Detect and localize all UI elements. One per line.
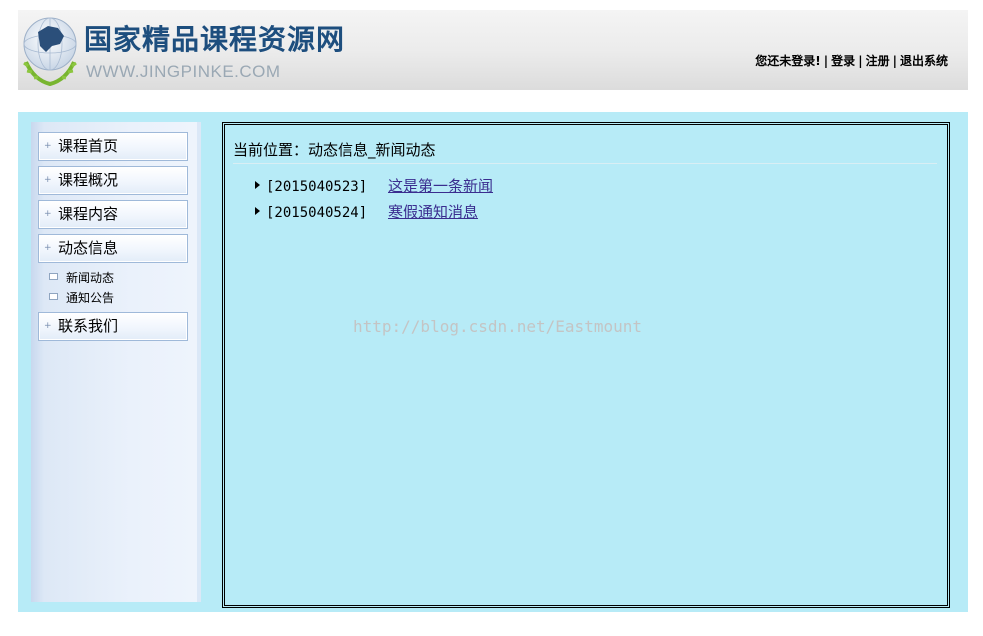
sidebar-item-contact-us[interactable]: + 联系我们 — [38, 312, 188, 341]
news-title-link[interactable]: 寒假通知消息 — [388, 199, 478, 225]
sidebar-subitem-notices[interactable]: 通知公告 — [49, 289, 114, 307]
sidebar-item-label: 动态信息 — [58, 239, 119, 257]
site-url: WWW.JINGPINKE.COM — [86, 62, 281, 81]
user-links: 您还未登录! | 登录 | 注册 | 退出系统 — [755, 52, 948, 69]
globe-logo-icon — [23, 17, 77, 87]
breadcrumb: 当前位置：动态信息_新闻动态 — [233, 137, 937, 164]
sidebar-subitem-label: 通知公告 — [66, 291, 115, 305]
square-bullet-icon — [49, 273, 58, 280]
sidebar-item-course-home[interactable]: + 课程首页 — [38, 132, 188, 161]
site-header: 国家精品课程资源网 WWW.JINGPINKE.COM 您还未登录! | 登录 | 注册… — [18, 10, 968, 90]
triangle-bullet-icon — [255, 206, 260, 215]
triangle-bullet-icon — [255, 180, 260, 189]
sidebar-item-label: 课程概况 — [58, 171, 119, 189]
login-link[interactable]: 登录 — [831, 54, 855, 68]
content-panel: 当前位置：动态信息_新闻动态 [2015040523] 这是第一条新闻 [201… — [222, 122, 950, 608]
main-frame: + 课程首页 + 课程概况 + 课程内容 + 动态信息 新闻动态 通知公告 + … — [18, 112, 968, 612]
plus-bullet-icon: + — [44, 243, 52, 253]
news-date: [2015040523] — [266, 179, 368, 195]
list-item: [2015040523] 这是第一条新闻 — [255, 173, 493, 199]
register-link[interactable]: 注册 — [866, 54, 890, 68]
watermark-text: http://blog.csdn.net/Eastmount — [353, 317, 642, 336]
news-list: [2015040523] 这是第一条新闻 [2015040524] 寒假通知消息 — [255, 173, 493, 225]
sidebar-item-label: 课程内容 — [58, 205, 119, 223]
sidebar-item-label: 联系我们 — [58, 317, 119, 335]
sidebar-item-course-content[interactable]: + 课程内容 — [38, 200, 188, 229]
list-item: [2015040524] 寒假通知消息 — [255, 199, 478, 225]
plus-bullet-icon: + — [44, 141, 52, 151]
news-date: [2015040524] — [266, 205, 368, 221]
separator: | — [892, 54, 897, 68]
separator: | — [823, 54, 829, 68]
sidebar-nav: + 课程首页 + 课程概况 + 课程内容 + 动态信息 新闻动态 通知公告 + … — [31, 122, 201, 602]
square-bullet-icon — [49, 293, 58, 300]
separator: | — [858, 54, 863, 68]
sidebar-subitem-label: 新闻动态 — [66, 271, 115, 285]
news-title-link[interactable]: 这是第一条新闻 — [388, 173, 493, 199]
sidebar-subitem-news[interactable]: 新闻动态 — [49, 269, 114, 287]
plus-bullet-icon: + — [44, 175, 52, 185]
plus-bullet-icon: + — [44, 321, 52, 331]
login-status-text: 您还未登录! — [755, 54, 821, 68]
logout-link[interactable]: 退出系统 — [900, 54, 948, 68]
plus-bullet-icon: + — [44, 209, 52, 219]
sidebar-item-course-overview[interactable]: + 课程概况 — [38, 166, 188, 195]
sidebar-item-label: 课程首页 — [58, 137, 119, 155]
site-title: 国家精品课程资源网 — [84, 23, 346, 56]
sidebar-item-news-info[interactable]: + 动态信息 — [38, 234, 188, 263]
